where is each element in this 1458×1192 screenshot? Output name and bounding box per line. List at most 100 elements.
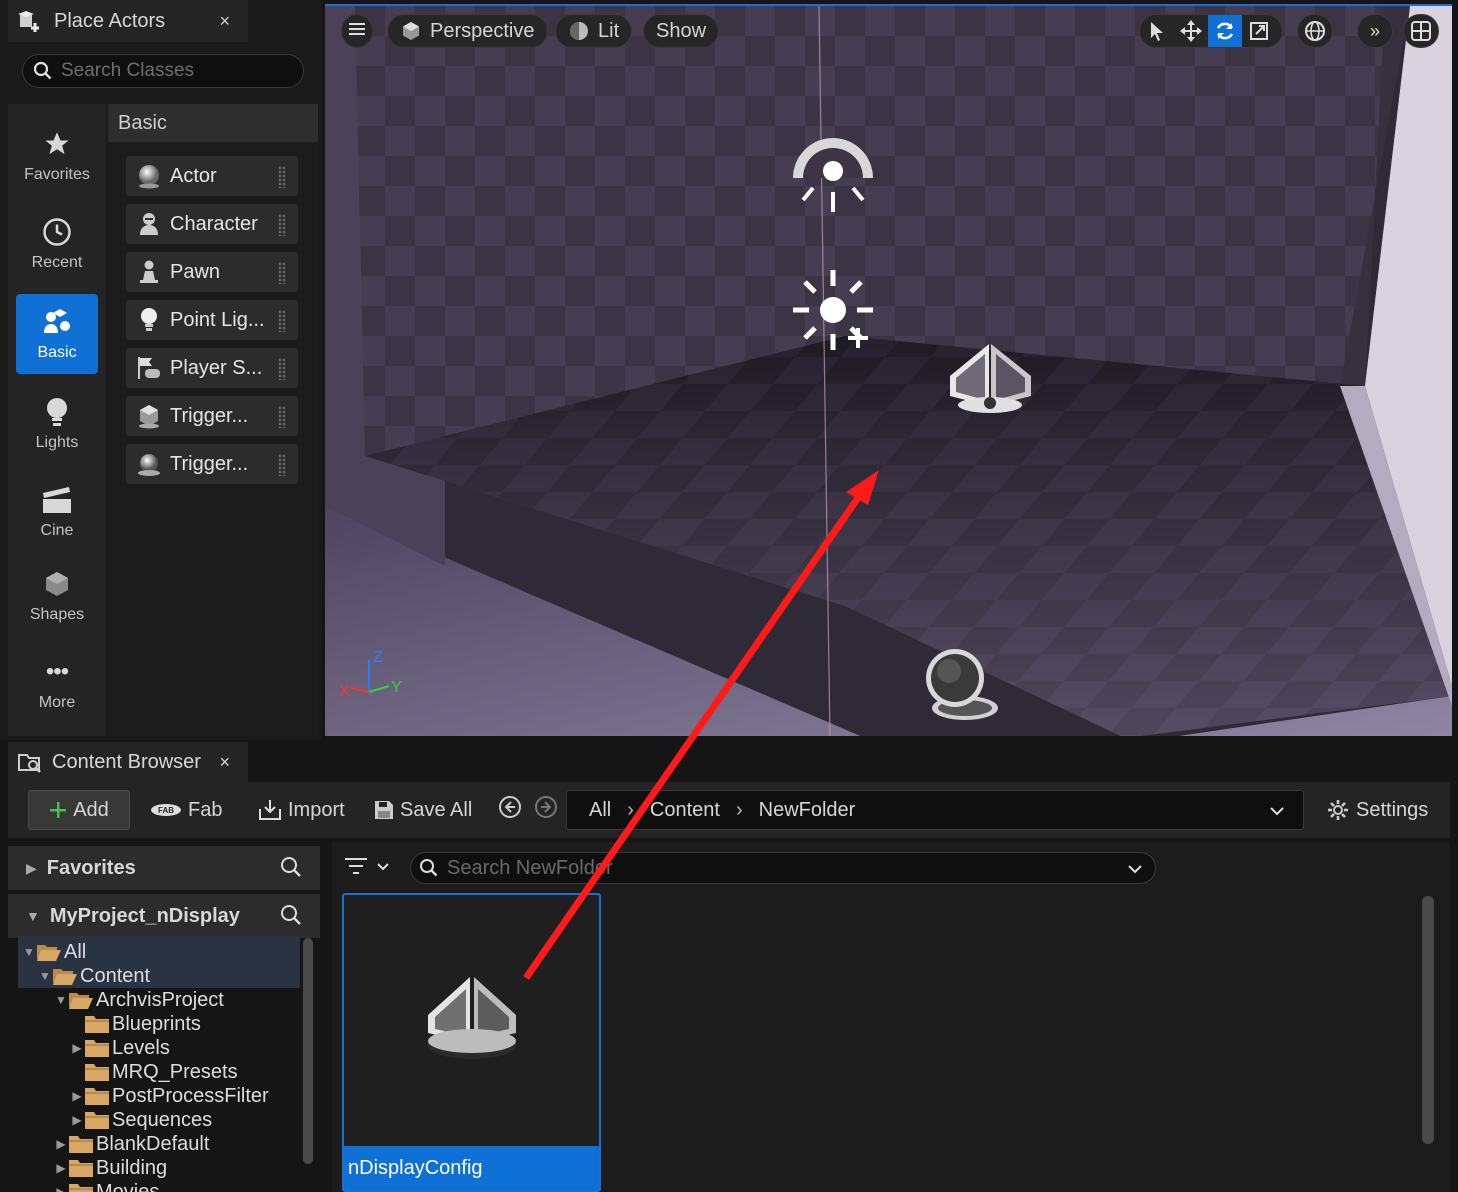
category-shapes[interactable]: Shapes: [16, 556, 98, 636]
actor-item-trigger-box[interactable]: Trigger...: [126, 396, 298, 436]
filter-button[interactable]: [344, 854, 390, 882]
chevron-right-icon[interactable]: ▶: [54, 1137, 68, 1151]
tree-item[interactable]: ▼ Content: [38, 964, 150, 988]
tree-item[interactable]: MRQ_Presets: [70, 1060, 238, 1084]
level-viewport[interactable]: Perspective Lit Show » Z Y X: [325, 4, 1452, 736]
search-icon[interactable]: [280, 904, 302, 932]
category-label: Favorites: [24, 166, 90, 183]
tab-place-actors[interactable]: Place Actors ×: [8, 0, 248, 42]
favorites-section-header[interactable]: ▶ Favorites: [8, 846, 320, 890]
chevron-right-icon[interactable]: ▶: [54, 1161, 68, 1175]
tree-item[interactable]: ▼ ArchvisProject: [54, 988, 224, 1012]
world-local-toggle[interactable]: [1297, 14, 1333, 48]
drag-grip-icon[interactable]: [278, 166, 286, 188]
drag-grip-icon[interactable]: [278, 454, 286, 476]
tree-item[interactable]: ▶ Movies: [54, 1180, 159, 1192]
actor-item-actor[interactable]: Actor: [126, 156, 298, 196]
breadcrumb-newfolder[interactable]: NewFolder: [759, 799, 856, 822]
breadcrumb-all[interactable]: All: [589, 799, 611, 822]
search-icon[interactable]: [280, 856, 302, 884]
tree-item[interactable]: Blueprints: [70, 1012, 201, 1036]
place-actors-panel: Place Actors × Favorites Recent Basic Li…: [0, 0, 322, 740]
drag-grip-icon[interactable]: [278, 358, 286, 380]
tree-item[interactable]: ▼ All: [22, 940, 86, 964]
asset-search-input[interactable]: [447, 856, 1127, 880]
tree-scrollbar[interactable]: [303, 938, 313, 1164]
chevron-down-icon[interactable]: ▼: [38, 969, 52, 983]
place-actors-icon: [16, 7, 44, 35]
drag-grip-icon[interactable]: [278, 214, 286, 236]
perspective-label: Perspective: [430, 19, 535, 42]
tree-item-label: Content: [80, 964, 151, 987]
axis-x-label: X: [339, 683, 350, 700]
search-classes-field[interactable]: [22, 54, 304, 88]
show-button[interactable]: Show: [643, 14, 720, 48]
directional-light-icon[interactable]: [793, 270, 873, 350]
chevron-right-icon[interactable]: ▶: [70, 1041, 84, 1055]
add-button[interactable]: Add: [28, 790, 130, 830]
category-recent[interactable]: Recent: [16, 204, 98, 284]
rotate-icon[interactable]: [1208, 15, 1242, 47]
history-forward-button[interactable]: [534, 790, 558, 830]
chevron-right-icon: ▶: [26, 859, 37, 876]
lit-button[interactable]: Lit: [555, 14, 633, 48]
project-section-header[interactable]: ▼ MyProject_nDisplay: [8, 894, 320, 938]
perspective-button[interactable]: Perspective: [387, 14, 548, 48]
settings-button[interactable]: Settings: [1326, 790, 1428, 830]
category-cine[interactable]: Cine: [16, 472, 98, 552]
close-icon[interactable]: ×: [219, 752, 230, 773]
drag-grip-icon[interactable]: [278, 406, 286, 428]
tree-item[interactable]: ▶ Levels: [70, 1036, 170, 1060]
favorites-label: Favorites: [46, 856, 136, 879]
category-favorites[interactable]: Favorites: [16, 116, 98, 196]
actor-item-point-light[interactable]: Point Lig...: [126, 300, 298, 340]
chevron-right-icon[interactable]: ▶: [54, 1185, 68, 1192]
svg-text:FAB: FAB: [158, 806, 174, 815]
chevron-down-icon[interactable]: ▼: [22, 945, 36, 959]
import-button[interactable]: Import: [258, 790, 345, 830]
fab-button[interactable]: FAB Fab: [150, 790, 222, 830]
tree-item-label: Levels: [112, 1036, 170, 1059]
viewport-menu-button[interactable]: [341, 14, 373, 48]
save-all-button[interactable]: Save All: [374, 790, 472, 830]
path-breadcrumb[interactable]: All › Content › NewFolder: [566, 790, 1304, 830]
select-arrow-icon[interactable]: [1140, 15, 1174, 47]
folder-icon: [36, 942, 62, 962]
actor-item-player-start[interactable]: Player S...: [126, 348, 298, 388]
tree-item[interactable]: ▶ Building: [54, 1156, 167, 1180]
asset-tile-ndisplayconfig[interactable]: nDisplayConfig: [342, 893, 601, 1192]
actor-item-pawn[interactable]: Pawn: [126, 252, 298, 292]
tree-item-label: Movies: [96, 1180, 160, 1192]
category-basic[interactable]: Basic: [16, 294, 98, 374]
folder-icon: [84, 1086, 110, 1106]
more-tools-button[interactable]: »: [1357, 14, 1393, 48]
tree-item[interactable]: ▶ PostProcessFilter: [70, 1084, 268, 1108]
chevron-right-icon[interactable]: ▶: [70, 1113, 84, 1127]
category-lights[interactable]: Lights: [16, 384, 98, 464]
scale-icon[interactable]: [1242, 15, 1276, 47]
history-back-button[interactable]: [498, 790, 522, 830]
move-icon[interactable]: [1174, 15, 1208, 47]
folder-icon: [68, 1134, 94, 1154]
bulb-icon: [44, 396, 70, 428]
asset-search-field[interactable]: [410, 852, 1156, 884]
viewport-layout-button[interactable]: [1403, 14, 1439, 48]
asset-scrollbar[interactable]: [1422, 896, 1434, 1144]
drag-grip-icon[interactable]: [278, 262, 286, 284]
clock-icon: [42, 216, 72, 248]
chevron-down-icon[interactable]: ▼: [54, 993, 68, 1007]
category-more[interactable]: ••• More: [16, 644, 98, 724]
chevron-right-icon[interactable]: ▶: [70, 1089, 84, 1103]
actor-item-label: Player S...: [170, 356, 263, 379]
chevron-down-icon[interactable]: [1269, 799, 1285, 822]
tree-item[interactable]: ▶ Sequences: [70, 1108, 212, 1132]
search-classes-input[interactable]: [61, 60, 291, 82]
chevron-down-icon[interactable]: [1127, 861, 1143, 879]
actor-item-trigger-sphere[interactable]: Trigger...: [126, 444, 298, 484]
actor-item-character[interactable]: Character: [126, 204, 298, 244]
tab-content-browser[interactable]: Content Browser ×: [8, 742, 248, 782]
close-icon[interactable]: ×: [219, 11, 230, 32]
tree-item[interactable]: ▶ BlankDefault: [54, 1132, 209, 1156]
drag-grip-icon[interactable]: [278, 310, 286, 332]
breadcrumb-content[interactable]: Content: [650, 799, 720, 822]
